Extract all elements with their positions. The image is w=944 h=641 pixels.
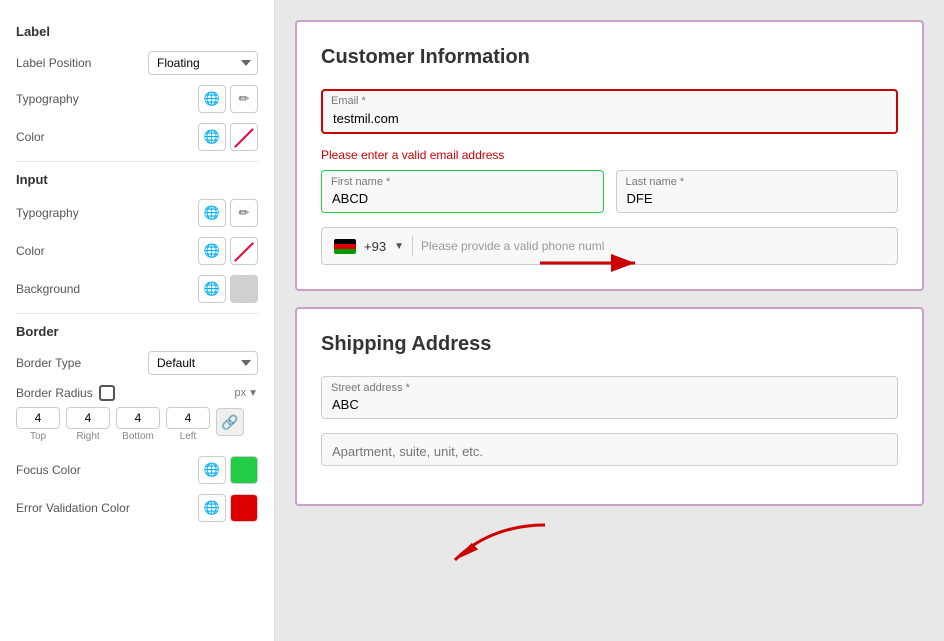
input-background-globe-btn[interactable]: 🌐 (198, 275, 226, 303)
focus-color-label: Focus Color (16, 463, 81, 477)
input-color-row: Color 🌐 (16, 237, 258, 265)
error-color-label: Error Validation Color (16, 501, 130, 515)
border-radius-label-row: Border Radius (16, 385, 119, 401)
corner-right-label: Right (76, 431, 99, 442)
corner-top-label: Top (30, 431, 46, 442)
label-typography-globe-btn[interactable]: 🌐 (198, 85, 226, 113)
customer-info-title: Customer Information (321, 46, 898, 69)
input-color-globe-btn[interactable]: 🌐 (198, 237, 226, 265)
corner-link-btn[interactable]: 🔗 (216, 408, 244, 436)
border-radius-label: Border Radius (16, 386, 93, 400)
corner-left-input[interactable] (166, 407, 210, 429)
error-color-globe-btn[interactable]: 🌐 (198, 494, 226, 522)
label-color-row: Color 🌐 (16, 123, 258, 151)
phone-dial-code: +93 (364, 239, 386, 254)
border-radius-unit: px (234, 387, 246, 399)
apartment-input[interactable] (321, 433, 898, 466)
corner-inputs-row: Top Right Bottom Left 🔗 (16, 407, 258, 446)
corner-inputs: Top Right Bottom Left (16, 407, 210, 442)
label-typography-label: Typography (16, 92, 79, 106)
corner-bottom-input[interactable] (116, 407, 160, 429)
error-color-controls: 🌐 (198, 494, 258, 522)
focus-color-row: Focus Color 🌐 (16, 456, 258, 484)
arrow-bottom-annotation (445, 520, 555, 573)
input-typography-edit-btn[interactable]: ✏ (230, 199, 258, 227)
border-section: Border Border Type Default None Solid Da… (16, 324, 258, 522)
input-color-label: Color (16, 244, 45, 258)
focus-color-controls: 🌐 (198, 456, 258, 484)
border-section-title: Border (16, 324, 258, 339)
divider-2 (16, 313, 258, 314)
street-input[interactable] (321, 376, 898, 419)
arrow-right-annotation (535, 243, 645, 286)
border-radius-icon (99, 385, 115, 401)
label-color-label: Color (16, 130, 45, 144)
apartment-field-wrap (321, 433, 898, 466)
border-type-select[interactable]: Default None Solid Dashed (148, 351, 258, 375)
corner-top-input[interactable] (16, 407, 60, 429)
border-type-controls: Default None Solid Dashed (148, 351, 258, 375)
corner-right-input[interactable] (66, 407, 110, 429)
input-typography-row: Typography 🌐 ✏ (16, 199, 258, 227)
input-background-swatch[interactable] (230, 275, 258, 303)
label-position-select[interactable]: Floating Above Below Hidden (148, 51, 258, 75)
label-color-controls: 🌐 (198, 123, 258, 151)
border-type-row: Border Type Default None Solid Dashed (16, 351, 258, 375)
corner-bottom-wrap: Bottom (116, 407, 160, 442)
left-panel: Label Label Position Floating Above Belo… (0, 0, 275, 641)
input-typography-label: Typography (16, 206, 79, 220)
phone-divider (412, 236, 413, 256)
border-radius-unit-chevron[interactable]: ▼ (248, 388, 258, 399)
border-radius-header: Border Radius px ▼ (16, 385, 258, 401)
flag-icon (334, 239, 356, 254)
corner-right-wrap: Right (66, 407, 110, 442)
border-type-label: Border Type (16, 356, 81, 370)
label-color-swatch[interactable] (230, 123, 258, 151)
label-position-controls: Floating Above Below Hidden (148, 51, 258, 75)
input-background-row: Background 🌐 (16, 275, 258, 303)
last-name-input[interactable] (616, 170, 899, 213)
label-typography-edit-btn[interactable]: ✏ (230, 85, 258, 113)
label-typography-controls: 🌐 ✏ (198, 85, 258, 113)
focus-color-globe-btn[interactable]: 🌐 (198, 456, 226, 484)
corner-left-wrap: Left (166, 407, 210, 442)
error-color-row: Error Validation Color 🌐 (16, 494, 258, 522)
label-typography-row: Typography 🌐 ✏ (16, 85, 258, 113)
email-input[interactable] (321, 89, 898, 134)
corner-top-wrap: Top (16, 407, 60, 442)
first-name-field-wrap: First name * (321, 170, 604, 213)
divider-1 (16, 161, 258, 162)
input-typography-globe-btn[interactable]: 🌐 (198, 199, 226, 227)
label-section: Label Label Position Floating Above Belo… (16, 24, 258, 151)
shipping-address-title: Shipping Address (321, 333, 898, 356)
first-name-input[interactable] (321, 170, 604, 213)
input-section-title: Input (16, 172, 258, 187)
label-section-title: Label (16, 24, 258, 39)
last-name-field-wrap: Last name * (616, 170, 899, 213)
corner-bottom-label: Bottom (122, 431, 154, 442)
name-fields-row: First name * Last name * (321, 170, 898, 213)
label-position-label: Label Position (16, 56, 91, 70)
error-color-swatch[interactable] (230, 494, 258, 522)
input-section: Input Typography 🌐 ✏ Color 🌐 Background … (16, 172, 258, 303)
input-background-label: Background (16, 282, 80, 296)
email-error-msg: Please enter a valid email address (321, 148, 898, 162)
corner-left-label: Left (180, 431, 197, 442)
email-field-wrap: Email * (321, 89, 898, 134)
street-field-wrap: Street address * (321, 376, 898, 419)
input-typography-controls: 🌐 ✏ (198, 199, 258, 227)
input-color-swatch[interactable] (230, 237, 258, 265)
shipping-address-card: Shipping Address Street address * (295, 307, 924, 506)
phone-chevron-icon[interactable]: ▼ (394, 241, 404, 252)
focus-color-swatch[interactable] (230, 456, 258, 484)
input-background-controls: 🌐 (198, 275, 258, 303)
right-panel: Customer Information Email * Please ente… (275, 0, 944, 641)
input-color-controls: 🌐 (198, 237, 258, 265)
label-position-row: Label Position Floating Above Below Hidd… (16, 51, 258, 75)
label-color-globe-btn[interactable]: 🌐 (198, 123, 226, 151)
